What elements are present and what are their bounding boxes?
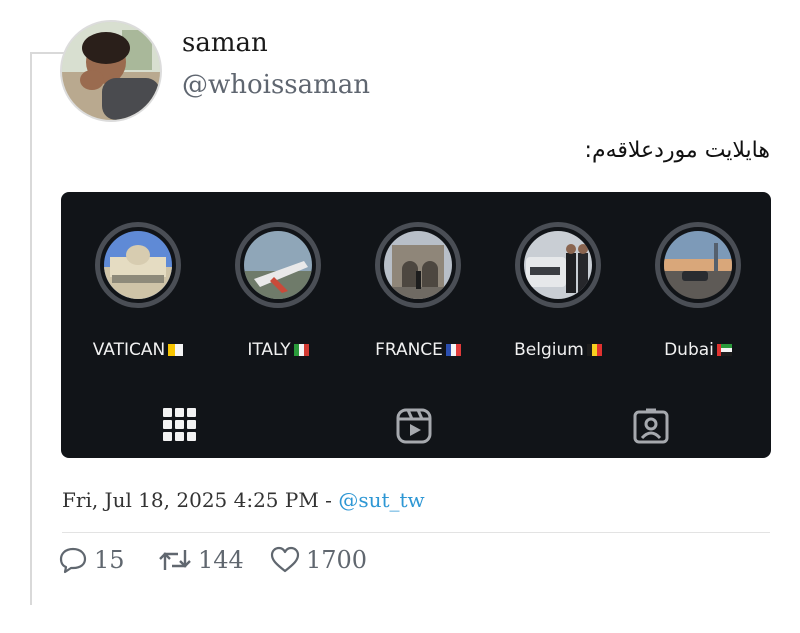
retweet-icon <box>159 550 191 570</box>
vatican-thumbnail <box>104 231 172 299</box>
author-handle[interactable]: @whoissaman <box>182 70 370 100</box>
reply-icon <box>59 547 87 574</box>
highlight-ring <box>235 222 321 308</box>
via-handle-link[interactable]: @sut_tw <box>338 488 424 512</box>
tweet-text: هایلایت موردعلاقه‌م: <box>584 138 770 163</box>
reply-button[interactable]: 15 <box>58 546 125 574</box>
reels-icon[interactable] <box>396 408 432 448</box>
author-name[interactable]: saman <box>182 28 268 58</box>
highlight-italy[interactable]: ITALY <box>223 222 333 360</box>
retweet-button[interactable]: 144 <box>158 546 244 574</box>
france-thumbnail <box>384 231 452 299</box>
highlight-ring <box>375 222 461 308</box>
attached-image[interactable]: VATICAN ITALY FRANCE Belgium Dubai <box>61 192 771 458</box>
highlight-label: FRANCE <box>363 340 473 360</box>
highlight-vatican[interactable]: VATICAN <box>83 222 193 360</box>
tweet-meta: Fri, Jul 18, 2025 4:25 PM - @sut_tw <box>62 488 425 512</box>
meta-separator: - <box>318 488 339 512</box>
highlight-ring <box>515 222 601 308</box>
highlight-ring <box>655 222 741 308</box>
highlight-dubai[interactable]: Dubai <box>643 222 753 360</box>
belgium-thumbnail <box>524 231 592 299</box>
highlight-belgium[interactable]: Belgium <box>503 222 613 360</box>
heart-icon <box>270 546 300 573</box>
highlight-label: VATICAN <box>83 340 193 360</box>
italy-flag-icon <box>293 341 309 356</box>
like-count: 1700 <box>306 546 368 574</box>
thread-line-top <box>30 52 64 54</box>
like-button[interactable]: 1700 <box>270 546 367 574</box>
tweet-timestamp[interactable]: Fri, Jul 18, 2025 4:25 PM <box>62 488 319 512</box>
reply-count: 15 <box>94 546 125 574</box>
vatican-flag-icon <box>168 341 184 356</box>
avatar[interactable] <box>60 20 162 122</box>
highlight-ring <box>95 222 181 308</box>
highlight-france[interactable]: FRANCE <box>363 222 473 360</box>
belgium-flag-icon <box>586 341 602 356</box>
retweet-count: 144 <box>198 546 244 574</box>
france-flag-icon <box>445 341 461 356</box>
avatar-photo <box>62 22 160 120</box>
highlight-label: Dubai <box>643 340 753 360</box>
italy-thumbnail <box>244 231 312 299</box>
highlight-label: Belgium <box>503 340 613 360</box>
tagged-icon[interactable] <box>633 408 669 448</box>
grid-icon[interactable] <box>163 408 197 446</box>
uae-flag-icon <box>716 341 732 356</box>
highlight-label: ITALY <box>223 340 333 360</box>
divider <box>62 532 770 533</box>
thread-line <box>30 52 32 605</box>
dubai-thumbnail <box>664 231 732 299</box>
